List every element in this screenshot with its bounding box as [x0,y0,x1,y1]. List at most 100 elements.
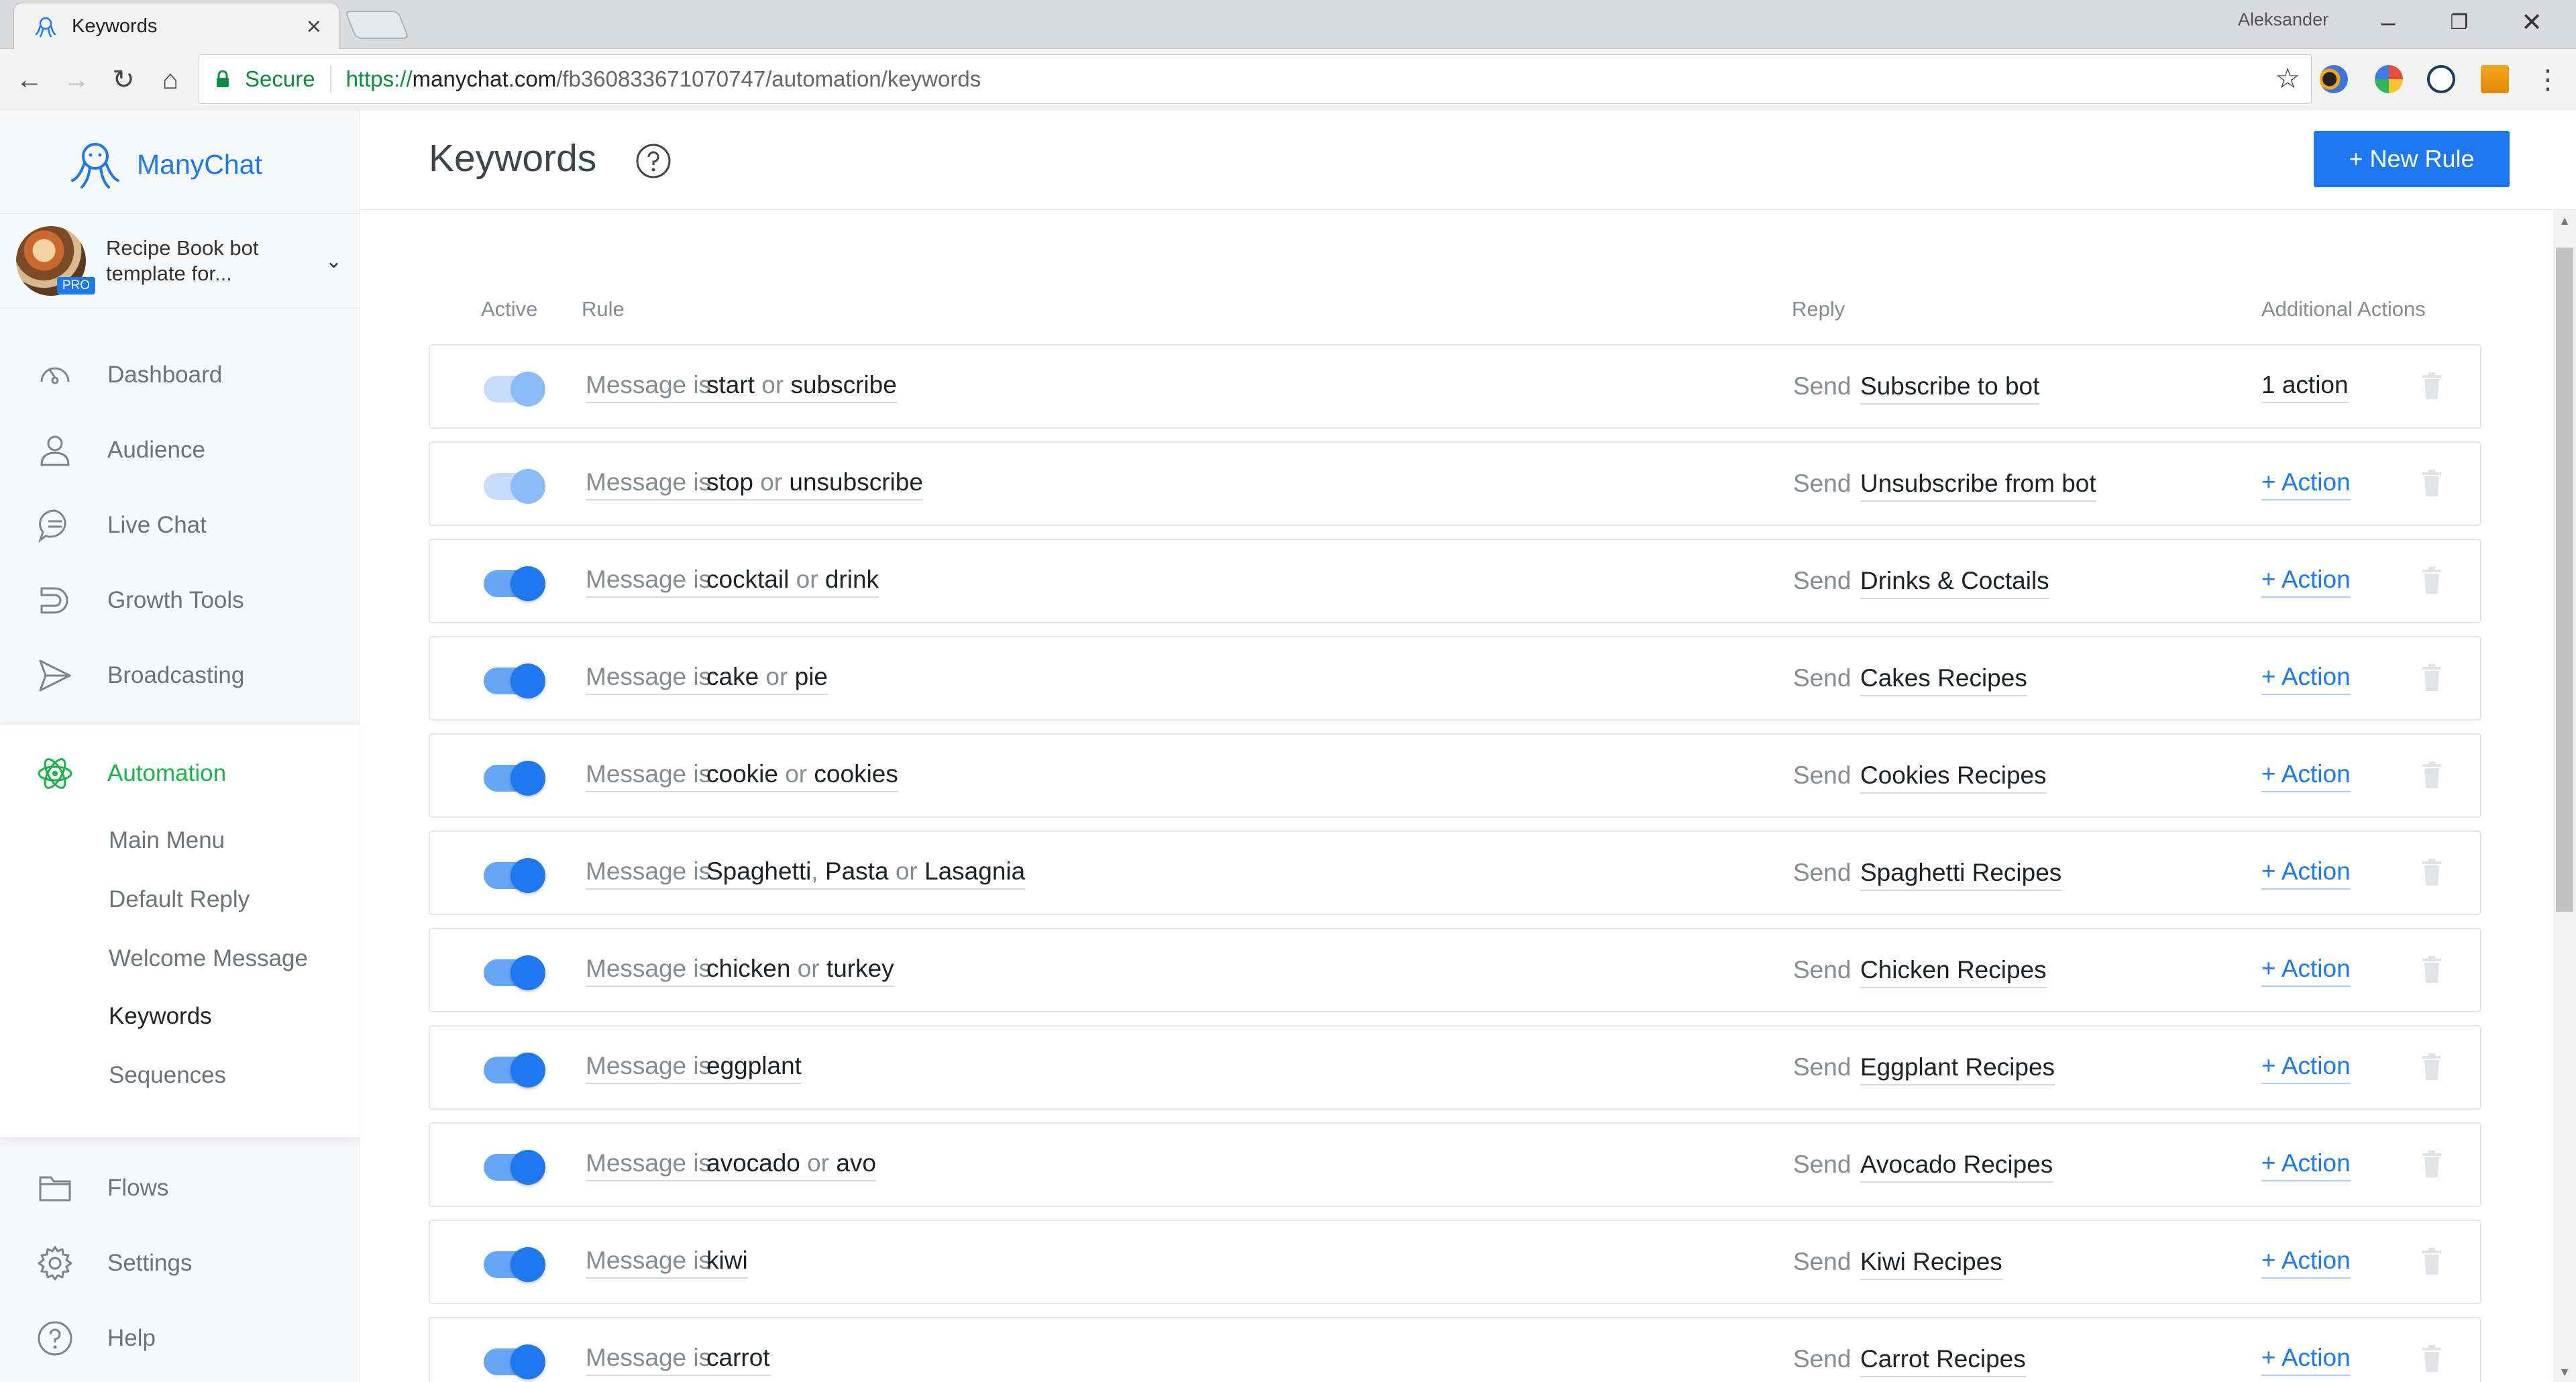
profile-name[interactable]: Aleksander [2238,9,2328,30]
active-toggle[interactable] [484,858,545,893]
keyword-rule-row[interactable]: Message is eggplant Send Eggplant Recipes + … [429,1025,2481,1110]
condition-selector[interactable]: Message is [586,760,712,792]
reply-flow-link[interactable]: Eggplant Recipes [1860,1053,2055,1085]
brand[interactable]: ManyChat [67,138,262,191]
bookmark-star-icon[interactable]: ☆ [2275,62,2300,95]
extension-icon[interactable] [2375,65,2403,93]
sidebar-item-live-chat[interactable]: Live Chat [0,498,360,552]
actions-count-link[interactable]: 1 action [2261,371,2349,403]
extension-icon[interactable] [2320,65,2348,93]
reply-flow-link[interactable]: Spaghetti Recipes [1860,859,2062,891]
address-bar[interactable]: Secure https://manychat.com/fb3608336710… [199,54,2312,104]
condition-selector[interactable]: Message is [586,1052,712,1084]
trash-icon[interactable] [2418,1344,2445,1373]
new-tab-button[interactable] [344,11,410,39]
extension-icon[interactable] [2427,65,2455,93]
keywords-field[interactable]: avocado or avo [706,1149,877,1181]
tab-close-icon[interactable]: × [307,14,321,40]
trash-icon[interactable] [2418,1052,2445,1081]
reply-flow-link[interactable]: Subscribe to bot [1860,372,2040,405]
bot-selector[interactable]: PRO Recipe Book bot template for... ⌄ [0,213,360,309]
keywords-field[interactable]: kiwi [706,1246,748,1279]
sidebar-subitem-default-reply[interactable]: Default Reply [109,886,250,913]
keyword-rule-row[interactable]: Message is kiwi Send Kiwi Recipes + Action [429,1220,2481,1304]
trash-icon[interactable] [2418,955,2445,984]
active-toggle[interactable] [484,1344,545,1379]
sidebar-subitem-sequences[interactable]: Sequences [109,1062,226,1089]
sidebar-item-settings[interactable]: Settings [0,1236,360,1290]
keywords-field[interactable]: cake or pie [706,663,828,695]
keywords-field[interactable]: chicken or turkey [706,955,894,987]
active-toggle[interactable] [484,663,545,698]
keyword-rule-row[interactable]: Message is chicken or turkey Send Chicken R… [429,928,2481,1012]
keyword-rule-row[interactable]: Message is Spaghetti, Pasta or Lasagnia Se… [429,831,2481,915]
sidebar-subitem-welcome-message[interactable]: Welcome Message [109,945,308,972]
reply-flow-link[interactable]: Unsubscribe from bot [1860,470,2096,502]
add-action-link[interactable]: + Action [2261,566,2351,598]
window-close-icon[interactable]: ✕ [2512,5,2552,40]
add-action-link[interactable]: + Action [2261,1052,2351,1084]
keyword-rule-row[interactable]: Message is start or subscribe Send Subscrib… [429,344,2481,429]
condition-selector[interactable]: Message is [586,1149,712,1181]
keywords-field[interactable]: stop or unsubscribe [706,468,923,500]
active-toggle[interactable] [484,955,545,990]
browser-menu-icon[interactable]: ⋮ [2529,61,2567,99]
home-icon[interactable]: ⌂ [152,61,189,99]
sidebar-item-dashboard[interactable]: Dashboard [0,348,360,402]
active-toggle[interactable] [484,1247,545,1282]
sidebar-item-help[interactable]: Help [0,1312,360,1365]
keyword-rule-row[interactable]: Message is stop or unsubscribe Send Unsubsc… [429,441,2481,526]
keywords-field[interactable]: Spaghetti, Pasta or Lasagnia [706,857,1026,890]
chevron-down-icon[interactable]: ⌄ [325,250,342,273]
condition-selector[interactable]: Message is [586,663,712,695]
scroll-up-icon[interactable]: ▲ [2553,214,2576,228]
condition-selector[interactable]: Message is [586,566,712,598]
active-toggle[interactable] [484,1150,545,1185]
reply-flow-link[interactable]: Chicken Recipes [1860,956,2047,988]
scroll-down-icon[interactable]: ▼ [2553,1365,2576,1379]
extension-icon[interactable] [2481,65,2509,93]
condition-selector[interactable]: Message is [586,371,712,403]
reply-flow-link[interactable]: Carrot Recipes [1860,1345,2026,1377]
trash-icon[interactable] [2418,663,2445,692]
trash-icon[interactable] [2418,857,2445,887]
add-action-link[interactable]: + Action [2261,1246,2351,1279]
keyword-rule-row[interactable]: Message is cookie or cookies Send Cookies R… [429,733,2481,818]
scrollbar[interactable]: ▲ ▼ [2553,210,2576,1382]
minimize-icon[interactable]: – [2368,5,2408,40]
condition-selector[interactable]: Message is [586,857,712,890]
active-toggle[interactable] [484,469,545,504]
keywords-field[interactable]: cookie or cookies [706,760,898,792]
restore-icon[interactable]: ❐ [2439,5,2479,40]
condition-selector[interactable]: Message is [586,468,712,500]
active-toggle[interactable] [484,566,545,601]
add-action-link[interactable]: + Action [2261,1344,2351,1376]
condition-selector[interactable]: Message is [586,955,712,987]
url-text[interactable]: https://manychat.com/fb360833671070747/a… [346,66,981,92]
reply-flow-link[interactable]: Drinks & Coctails [1860,567,2049,599]
sidebar-subitem-keywords[interactable]: Keywords [109,1003,212,1030]
add-action-link[interactable]: + Action [2261,468,2351,500]
keywords-field[interactable]: cocktail or drink [706,566,879,598]
condition-selector[interactable]: Message is [586,1344,712,1376]
reply-flow-link[interactable]: Cakes Recipes [1860,664,2027,696]
trash-icon[interactable] [2418,1246,2445,1276]
reply-flow-link[interactable]: Kiwi Recipes [1860,1248,2002,1280]
trash-icon[interactable] [2418,760,2445,790]
trash-icon[interactable] [2418,1149,2445,1179]
add-action-link[interactable]: + Action [2261,857,2351,890]
browser-tab[interactable]: Keywords × [13,3,339,50]
add-action-link[interactable]: + Action [2261,760,2351,792]
sidebar-item-growth-tools[interactable]: Growth Tools [0,574,360,627]
add-action-link[interactable]: + Action [2261,955,2351,987]
trash-icon[interactable] [2418,468,2445,498]
back-icon[interactable]: ← [11,61,48,99]
keywords-field[interactable]: eggplant [706,1052,802,1084]
reply-flow-link[interactable]: Avocado Recipes [1860,1151,2053,1183]
add-action-link[interactable]: + Action [2261,663,2351,695]
sidebar-item-flows[interactable]: Flows [0,1161,360,1215]
active-toggle[interactable] [484,372,545,407]
keywords-field[interactable]: start or subscribe [706,371,897,403]
sidebar-item-broadcasting[interactable]: Broadcasting [0,649,360,702]
forward-icon[interactable]: → [58,61,95,99]
